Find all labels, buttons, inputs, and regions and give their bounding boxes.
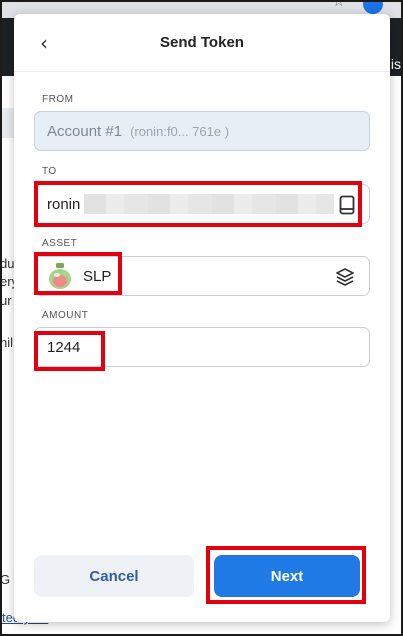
layers-icon[interactable] (335, 267, 355, 287)
asset-value: SLP (83, 267, 112, 285)
to-address-value: ronin (47, 195, 81, 213)
to-address-input[interactable]: ronin (34, 184, 370, 224)
page-header-text: is (390, 56, 401, 72)
address-book-icon[interactable] (339, 195, 355, 215)
asset-select[interactable]: SLP (34, 256, 370, 296)
back-arrow-icon[interactable]: ‹ (34, 31, 54, 55)
background-text-fragment: du (0, 256, 15, 271)
next-button[interactable]: Next (214, 555, 360, 597)
from-label: FROM (42, 94, 74, 105)
to-label: TO (42, 166, 57, 177)
amount-input[interactable]: 1244 (34, 327, 370, 367)
redacted-address (84, 194, 335, 214)
send-token-popup: ‹ Send Token FROM Account #1 (ronin:f0..… (14, 14, 390, 622)
from-account-name: Account #1 (47, 122, 123, 140)
popup-title: Send Token (160, 34, 244, 51)
popup-header: ‹ Send Token (14, 14, 390, 72)
from-account-field: Account #1 (ronin:f0... 761e ) (34, 111, 370, 151)
slp-token-icon (49, 263, 71, 289)
asset-label: ASSET (42, 238, 78, 249)
background-gray-block (0, 108, 14, 138)
amount-value: 1244 (47, 338, 81, 356)
ronin-extension-icon[interactable] (363, 0, 383, 14)
background-text-fragment: G (0, 572, 11, 587)
amount-label: AMOUNT (42, 310, 89, 321)
cancel-button[interactable]: Cancel (34, 555, 194, 597)
bookmark-star-icon[interactable]: ☆ (332, 0, 345, 10)
background-text-fragment: ur (0, 293, 12, 308)
background-text-fragment: hil (0, 335, 14, 350)
from-account-address: (ronin:f0... 761e ) (130, 123, 230, 139)
